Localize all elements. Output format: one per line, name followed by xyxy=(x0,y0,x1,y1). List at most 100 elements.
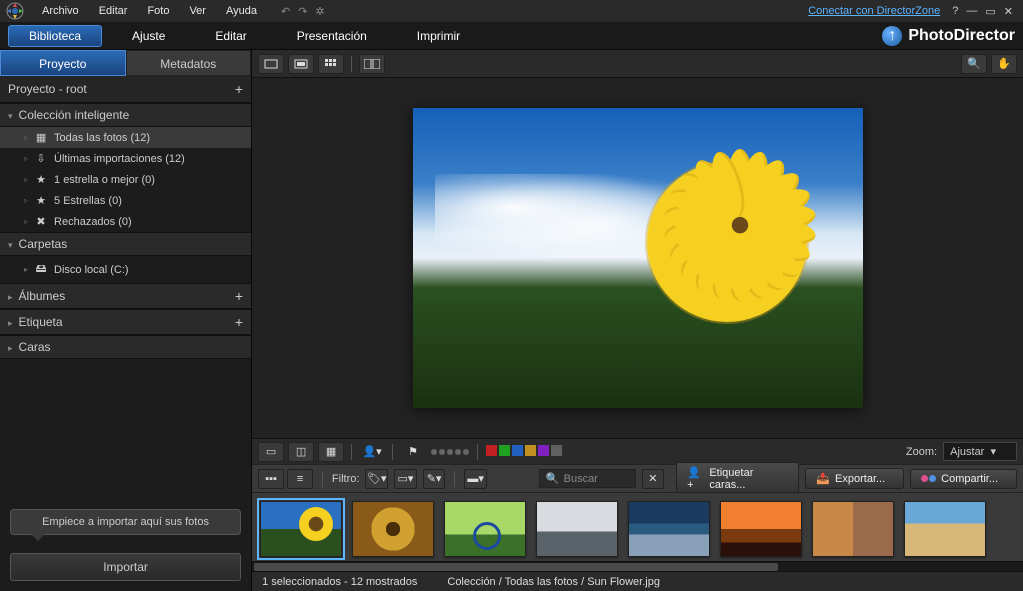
zoom-label: Zoom: xyxy=(906,446,937,458)
filter-label: Filtro: xyxy=(332,473,360,485)
menu-ver[interactable]: Ver xyxy=(179,2,216,20)
chevron-right-icon: ▹ xyxy=(24,154,28,163)
tree-item[interactable]: ▹▦Todas las fotos (12) xyxy=(0,127,251,148)
status-path: Colección / Todas las fotos / Sun Flower… xyxy=(447,576,660,588)
layout-split-icon[interactable]: ◫ xyxy=(288,442,314,462)
rating-dots[interactable] xyxy=(430,446,470,458)
thumbnail-scrollbar[interactable] xyxy=(252,561,1023,571)
section-albumes[interactable]: ▸Álbumes + xyxy=(0,283,251,309)
maximize-icon[interactable]: ▭ xyxy=(985,5,995,18)
menubar: Archivo Editar Foto Ver Ayuda ↶ ↷ ✲ Cone… xyxy=(0,0,1023,22)
tab-metadatos[interactable]: Metadatos xyxy=(126,50,252,76)
tree-item[interactable]: ▹★5 Estrellas (0) xyxy=(0,190,251,211)
color-labels[interactable] xyxy=(485,445,563,459)
nav-ajuste[interactable]: Ajuste xyxy=(112,26,185,46)
export-icon: 📤 xyxy=(816,472,830,485)
menu-foto[interactable]: Foto xyxy=(137,2,179,20)
chevron-right-icon: ▸ xyxy=(24,265,28,274)
tag-faces-button[interactable]: 👤+Etiquetar caras... xyxy=(676,462,799,495)
minimize-icon[interactable]: — xyxy=(966,5,977,18)
tree-item[interactable]: ▹✖Rechazados (0) xyxy=(0,211,251,232)
sunflower-graphic xyxy=(647,162,807,322)
chevron-right-icon: ▹ xyxy=(24,175,28,184)
brand-icon: ↑ xyxy=(882,26,902,46)
add-album-button[interactable]: + xyxy=(235,288,243,304)
export-button[interactable]: 📤Exportar... xyxy=(805,468,904,489)
view-fit-icon[interactable] xyxy=(288,54,314,74)
layout-single-icon[interactable]: ▭ xyxy=(258,442,284,462)
pan-tool-icon[interactable]: ✋ xyxy=(991,54,1017,74)
undo-icon[interactable]: ↶ xyxy=(281,5,290,18)
tree-item[interactable]: ▸🖴Disco local (C:) xyxy=(0,256,251,283)
add-project-button[interactable]: + xyxy=(235,81,243,97)
add-tag-button[interactable]: + xyxy=(235,314,243,330)
redo-icon[interactable]: ↷ xyxy=(298,5,307,18)
section-etiqueta[interactable]: ▸Etiqueta + xyxy=(0,309,251,335)
thumbnail[interactable] xyxy=(812,501,894,557)
sidebar: Proyecto Metadatos Proyecto - root + ▾Co… xyxy=(0,50,252,591)
close-icon[interactable]: ✕ xyxy=(1004,5,1013,18)
color-swatch[interactable] xyxy=(525,445,536,456)
thumbnail[interactable] xyxy=(260,501,342,557)
thumbnail[interactable] xyxy=(720,501,802,557)
view-compare-icon[interactable] xyxy=(359,54,385,74)
thumb-size-large-icon[interactable]: ≡ xyxy=(287,469,313,489)
color-swatch[interactable] xyxy=(499,445,510,456)
item-label: Últimas importaciones (12) xyxy=(54,153,185,165)
color-swatch[interactable] xyxy=(512,445,523,456)
nav-presentacion[interactable]: Presentación xyxy=(277,26,387,46)
share-icon xyxy=(921,475,936,482)
section-smart-collection[interactable]: ▾Colección inteligente xyxy=(0,103,251,127)
clear-search-icon[interactable]: ✕ xyxy=(642,469,665,489)
nav-editar[interactable]: Editar xyxy=(195,26,266,46)
search-input[interactable]: 🔍 Buscar xyxy=(539,469,636,488)
color-swatch[interactable] xyxy=(551,445,562,456)
section-carpetas[interactable]: ▾Carpetas xyxy=(0,232,251,256)
tree-item[interactable]: ▹ ★ 1 estrella o mejor (0) xyxy=(0,169,251,190)
preview-image xyxy=(413,108,863,408)
filter-label-icon[interactable]: ▭▾ xyxy=(394,469,417,489)
thumbnail[interactable] xyxy=(628,501,710,557)
filter-flag-icon[interactable]: 🏷▾ xyxy=(365,469,388,489)
settings-icon[interactable]: ✲ xyxy=(315,5,324,18)
item-label: Todas las fotos (12) xyxy=(54,132,150,144)
flag-icon[interactable]: ⚑ xyxy=(400,442,426,462)
thumbnail[interactable] xyxy=(352,501,434,557)
item-icon: ⇩ xyxy=(34,152,48,165)
search-icon: 🔍 xyxy=(546,472,560,485)
directorzone-link[interactable]: Conectar con DirectorZone xyxy=(808,5,940,17)
brand: ↑ PhotoDirector xyxy=(882,26,1015,46)
menu-ayuda[interactable]: Ayuda xyxy=(216,2,267,20)
view-grid-icon[interactable] xyxy=(318,54,344,74)
thumbnail[interactable] xyxy=(444,501,526,557)
project-title-row: Proyecto - root + xyxy=(0,76,251,103)
color-swatch[interactable] xyxy=(538,445,549,456)
tab-proyecto[interactable]: Proyecto xyxy=(0,50,126,76)
item-icon: ★ xyxy=(34,173,48,186)
menu-archivo[interactable]: Archivo xyxy=(32,2,89,20)
tree-item[interactable]: ▹ ⇩ Últimas importaciones (12) xyxy=(0,148,251,169)
thumbnail[interactable] xyxy=(904,501,986,557)
chevron-right-icon: ▹ xyxy=(24,133,28,142)
help-icon[interactable]: ? xyxy=(952,5,958,18)
import-button[interactable]: Importar xyxy=(10,553,241,581)
share-button[interactable]: Compartir... xyxy=(910,469,1017,489)
zoom-tool-icon[interactable]: 🔍 xyxy=(961,54,987,74)
nav-imprimir[interactable]: Imprimir xyxy=(397,26,480,46)
thumbnail[interactable] xyxy=(536,501,618,557)
item-label: 1 estrella o mejor (0) xyxy=(54,174,155,186)
color-swatch[interactable] xyxy=(486,445,497,456)
face-tag-icon[interactable]: 👤▾ xyxy=(359,442,385,462)
nav-biblioteca[interactable]: Biblioteca xyxy=(8,25,102,47)
view-single-icon[interactable] xyxy=(258,54,284,74)
thumb-size-small-icon[interactable]: ▪▪▪ xyxy=(258,469,284,489)
section-caras[interactable]: ▸Caras xyxy=(0,335,251,359)
filter-rating-icon[interactable]: ✎▾ xyxy=(423,469,446,489)
stack-icon[interactable]: ▬▾ xyxy=(464,469,487,489)
menu-editar[interactable]: Editar xyxy=(89,2,138,20)
disk-icon: 🖴 xyxy=(34,260,48,279)
status-bar: 1 seleccionados - 12 mostrados Colección… xyxy=(252,571,1023,591)
layout-grid-icon[interactable]: ▦ xyxy=(318,442,344,462)
preview-pane[interactable] xyxy=(252,78,1023,438)
zoom-select[interactable]: Ajustar ▾ xyxy=(943,442,1017,461)
